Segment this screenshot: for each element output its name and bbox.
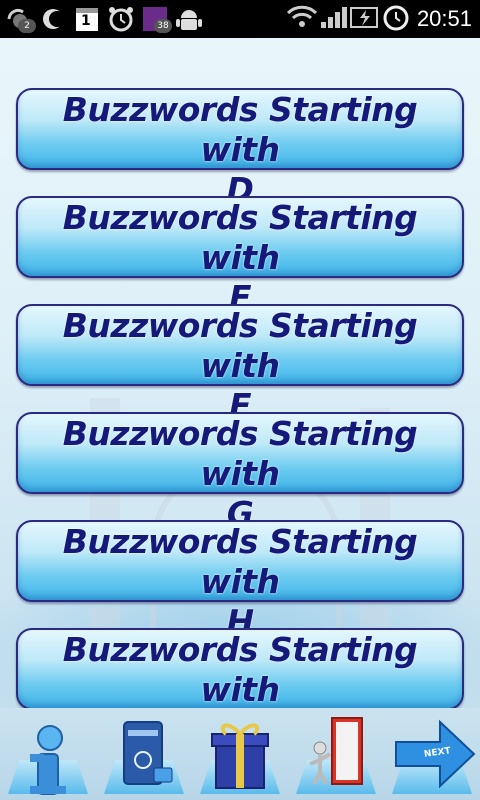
clock-time: 20:51 xyxy=(416,6,472,31)
buzzwords-g-button[interactable]: Buzzwords Starting with G xyxy=(16,412,464,533)
button-label: Buzzwords Starting with xyxy=(62,630,418,708)
info-button[interactable] xyxy=(0,708,96,800)
buzzwords-d-button[interactable]: Buzzwords Starting with D xyxy=(16,88,464,209)
wifi-icon xyxy=(285,4,319,34)
buzzwords-h-button[interactable]: Buzzwords Starting with H xyxy=(16,520,464,641)
alarm-icon xyxy=(106,4,136,34)
buzzwords-i-button[interactable]: Buzzwords Starting with I xyxy=(16,628,464,708)
buzzwords-f-button[interactable]: Buzzwords Starting with F xyxy=(16,304,464,425)
app-notification-icon: 38 xyxy=(140,4,172,34)
info-icon xyxy=(30,725,66,795)
signal-icon xyxy=(319,4,349,34)
calendar-day: 1 xyxy=(81,13,91,29)
gift-icon xyxy=(211,723,269,789)
battery-charging-icon xyxy=(349,4,381,34)
mailbox-icon xyxy=(123,721,173,785)
android-debug-icon xyxy=(174,4,204,34)
buzzwords-e-button[interactable]: Buzzwords Starting with E xyxy=(16,196,464,317)
next-button[interactable]: NEXT xyxy=(384,708,480,800)
button-label: Buzzwords Starting with xyxy=(62,522,418,601)
status-bar: 2 1 38 20:51 xyxy=(0,0,480,38)
calendar-icon: 1 xyxy=(72,4,102,34)
notification-count: 2 xyxy=(18,19,36,33)
button-label: Buzzwords Starting with xyxy=(62,90,418,169)
button-label: Buzzwords Starting with xyxy=(62,198,418,277)
notification-count: 38 xyxy=(154,19,172,33)
exit-door-icon xyxy=(309,717,363,785)
button-label: Buzzwords Starting with xyxy=(62,414,418,493)
messaging-icon: 2 xyxy=(4,4,36,34)
moon-icon xyxy=(38,4,68,34)
bottom-toolbar: NEXT xyxy=(0,708,480,800)
contact-mail-button[interactable] xyxy=(96,708,192,800)
gift-button[interactable] xyxy=(192,708,288,800)
button-label: Buzzwords Starting with xyxy=(62,306,418,385)
exit-button[interactable] xyxy=(288,708,384,800)
alarm-clock-icon xyxy=(381,3,411,35)
buzzword-letter-list: Buzzwords Starting with D Buzzwords Star… xyxy=(0,38,480,708)
